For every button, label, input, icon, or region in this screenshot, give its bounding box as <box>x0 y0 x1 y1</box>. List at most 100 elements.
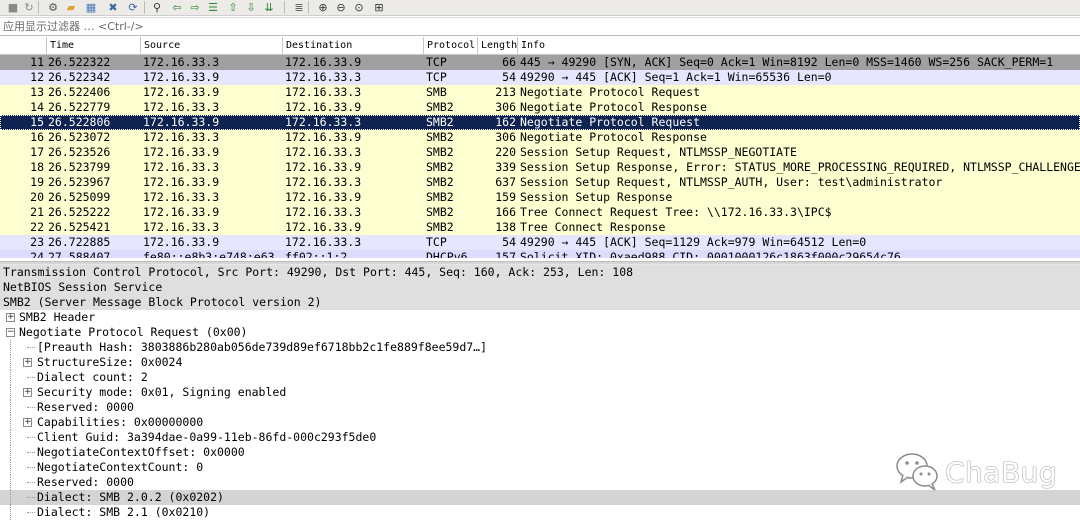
packet-row[interactable]: 12 26.522342 172.16.33.9 172.16.33.3 TCP 54 49… <box>0 70 1080 85</box>
zoom-out-icon[interactable]: ⊖ <box>334 1 348 14</box>
column-header-info[interactable]: Info <box>517 37 1080 55</box>
packet-cell-info: Session Setup Request, NTLMSSP_AUTH, Use… <box>520 175 943 189</box>
packet-cell-dst: 172.16.33.9 <box>285 130 362 144</box>
column-header-source[interactable]: Source <box>140 37 282 55</box>
auto-scroll-icon[interactable]: ⇊ <box>262 1 276 14</box>
tree-guide-line <box>10 370 11 385</box>
detail-row[interactable]: + Security mode: 0x01, Signing enabled <box>0 385 1080 400</box>
packet-cell-dst: ff02::1:2 <box>285 250 348 258</box>
detail-row-selected[interactable]: Dialect: SMB 2.0.2 (0x0202) <box>0 490 1080 505</box>
packet-details-tree[interactable]: Transmission Control Protocol, Src Port:… <box>0 265 1080 524</box>
column-header-length[interactable]: Length <box>477 37 517 55</box>
packet-cell-time: 26.522342 <box>48 70 111 84</box>
packet-row[interactable]: 18 26.523799 172.16.33.3 172.16.33.9 SMB2 339… <box>0 160 1080 175</box>
detail-row[interactable]: NetBIOS Session Service <box>0 280 1080 295</box>
packet-row[interactable]: 23 26.722885 172.16.33.9 172.16.33.3 TCP 54 49… <box>0 235 1080 250</box>
go-first-icon[interactable]: ⇧ <box>226 1 240 14</box>
packet-cell-src: 172.16.33.3 <box>143 100 220 114</box>
packet-cell-len: 306 <box>495 100 516 114</box>
zoom-in-icon[interactable]: ⊕ <box>316 1 330 14</box>
packet-row-selected[interactable]: 15 26.522806 172.16.33.9 172.16.33.3 SMB2 162… <box>0 115 1080 130</box>
packet-row[interactable]: 24 27.588407 fe80::e8b3:e748:e63 ff02::1:2 D… <box>0 250 1080 258</box>
find-packet-icon[interactable]: ⚲ <box>150 1 164 14</box>
column-header-destination[interactable]: Destination <box>282 37 423 55</box>
detail-row[interactable]: Reserved: 0000 <box>0 400 1080 415</box>
colorize-icon[interactable]: ≣ <box>292 1 306 14</box>
detail-row[interactable]: Client Guid: 3a394dae-0a99-11eb-86fd-000… <box>0 430 1080 445</box>
detail-row[interactable]: Reserved: 0000 <box>0 475 1080 490</box>
packet-row[interactable]: 21 26.525222 172.16.33.9 172.16.33.3 SMB2 166… <box>0 205 1080 220</box>
packet-cell-time: 26.522322 <box>48 55 111 69</box>
tree-guide-line <box>10 460 11 475</box>
detail-row[interactable]: − Negotiate Protocol Request (0x00) <box>0 325 1080 340</box>
packet-cell-dst: 172.16.33.3 <box>285 115 362 129</box>
detail-row-text: Security mode: 0x01, Signing enabled <box>37 385 287 399</box>
packet-cell-proto: SMB2 <box>426 220 454 234</box>
packet-cell-info: Session Setup Request, NTLMSSP_NEGOTIATE <box>520 145 797 159</box>
save-file-icon[interactable]: ▦ <box>84 1 98 14</box>
packet-row[interactable]: 13 26.522406 172.16.33.9 172.16.33.3 SMB 213 N… <box>0 85 1080 100</box>
reload-file-icon[interactable]: ⟳ <box>126 1 140 14</box>
expand-icon[interactable]: + <box>23 418 32 427</box>
go-last-icon[interactable]: ⇩ <box>244 1 258 14</box>
column-header-no[interactable] <box>0 37 46 55</box>
packet-list[interactable]: Time Source Destination Protocol Length … <box>0 37 1080 261</box>
packet-cell-no: 14 <box>30 100 44 114</box>
packet-cell-time: 26.523967 <box>48 175 111 189</box>
packet-row[interactable]: 19 26.523967 172.16.33.9 172.16.33.3 SMB2 637… <box>0 175 1080 190</box>
packet-row[interactable]: 14 26.522779 172.16.33.3 172.16.33.9 SMB2 306… <box>0 100 1080 115</box>
detail-row-text: Dialect: SMB 2.0.2 (0x0202) <box>37 490 224 504</box>
tree-guide-line <box>10 475 11 490</box>
packet-cell-time: 26.522779 <box>48 100 111 114</box>
packet-cell-no: 21 <box>30 205 44 219</box>
expand-icon[interactable]: + <box>6 313 15 322</box>
packet-cell-proto: SMB2 <box>426 175 454 189</box>
detail-row[interactable]: Dialect: SMB 2.1 (0x0210) <box>0 505 1080 520</box>
open-file-icon[interactable]: ▰ <box>64 1 78 14</box>
stop-capture-icon[interactable]: ■ <box>6 1 20 14</box>
packet-row[interactable]: 17 26.523526 172.16.33.9 172.16.33.3 SMB2 220… <box>0 145 1080 160</box>
detail-row[interactable]: Transmission Control Protocol, Src Port:… <box>0 265 1080 280</box>
expand-icon[interactable]: + <box>23 388 32 397</box>
display-filter-input[interactable]: 应用显示过滤器 … <Ctrl-/> <box>0 17 1080 36</box>
tree-guide-line <box>10 415 11 430</box>
packet-cell-dst: 172.16.33.3 <box>285 70 362 84</box>
column-header-time[interactable]: Time <box>46 37 140 55</box>
packet-cell-no: 22 <box>30 220 44 234</box>
detail-row[interactable]: NegotiateContextOffset: 0x0000 <box>0 445 1080 460</box>
detail-row[interactable]: + Capabilities: 0x00000000 <box>0 415 1080 430</box>
packet-cell-dst: 172.16.33.9 <box>285 160 362 174</box>
detail-row[interactable]: + StructureSize: 0x0024 <box>0 355 1080 370</box>
detail-row-text: Negotiate Protocol Request (0x00) <box>19 325 248 339</box>
packet-row[interactable]: 11 26.522322 172.16.33.3 172.16.33.9 TCP 66 44… <box>0 55 1080 70</box>
packet-row[interactable]: 16 26.523072 172.16.33.3 172.16.33.9 SMB2 306… <box>0 130 1080 145</box>
packet-cell-proto: DHCPv6 <box>426 250 468 258</box>
tree-guide-line <box>10 355 11 370</box>
zoom-normal-icon[interactable]: ⊙ <box>352 1 366 14</box>
go-back-icon[interactable]: ⇦ <box>170 1 184 14</box>
column-header-protocol[interactable]: Protocol <box>423 37 477 55</box>
packet-row[interactable]: 20 26.525099 172.16.33.3 172.16.33.9 SMB2 159… <box>0 190 1080 205</box>
packet-cell-src: 172.16.33.9 <box>143 235 220 249</box>
detail-row-text: Reserved: 0000 <box>37 400 134 414</box>
packet-cell-proto: TCP <box>426 70 447 84</box>
packet-cell-src: 172.16.33.9 <box>143 85 220 99</box>
packet-row[interactable]: 22 26.525421 172.16.33.3 172.16.33.9 SMB2 138… <box>0 220 1080 235</box>
detail-row-text: SMB2 (Server Message Block Protocol vers… <box>3 295 322 309</box>
detail-row[interactable]: [Preauth Hash: 3803886b280ab056de739d89e… <box>0 340 1080 355</box>
go-to-packet-icon[interactable]: ☰ <box>206 1 220 14</box>
go-forward-icon[interactable]: ⇨ <box>188 1 202 14</box>
detail-row[interactable]: Dialect count: 2 <box>0 370 1080 385</box>
detail-row[interactable]: NegotiateContextCount: 0 <box>0 460 1080 475</box>
packet-cell-src: 172.16.33.9 <box>143 70 220 84</box>
capture-options-icon[interactable]: ⚙ <box>46 1 60 14</box>
packet-cell-no: 18 <box>30 160 44 174</box>
restart-capture-icon[interactable]: ↻ <box>22 1 36 14</box>
detail-row[interactable]: SMB2 (Server Message Block Protocol vers… <box>0 295 1080 310</box>
collapse-icon[interactable]: − <box>6 328 15 337</box>
packet-cell-info: Tree Connect Response <box>520 220 666 234</box>
close-file-icon[interactable]: ✖ <box>106 1 120 14</box>
detail-row[interactable]: + SMB2 Header <box>0 310 1080 325</box>
expand-icon[interactable]: + <box>23 358 32 367</box>
resize-columns-icon[interactable]: ⊞ <box>372 1 386 14</box>
